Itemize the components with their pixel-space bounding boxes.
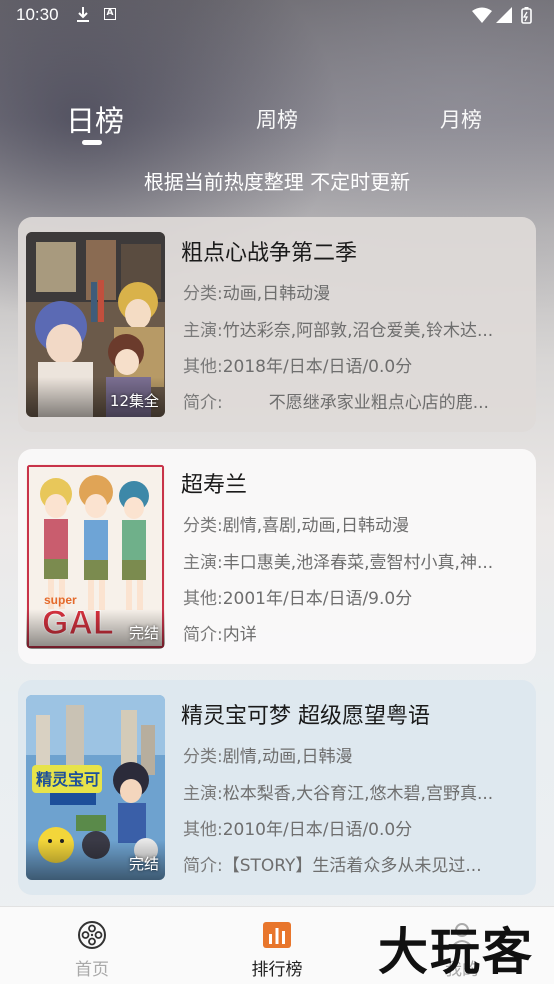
category-row: 分类:剧情,动画,日韩漫	[183, 742, 528, 767]
other-label: 其他:	[183, 820, 223, 840]
other-value: 2001年/日本/日语/9.0分	[222, 589, 413, 609]
other-label: 其他:	[183, 589, 223, 609]
ranking-card[interactable]: 精灵宝可 完结 精灵宝可梦 超级愿望粤语 分类:剧情,动画,日韩漫 主演:松本梨…	[18, 680, 536, 895]
category-value: 剧情,喜剧,动画,日韩动漫	[222, 516, 409, 536]
poster-image: 精灵宝可 完结	[26, 695, 165, 880]
cast-label: 主演:	[183, 321, 223, 341]
category-label: 分类:	[183, 516, 223, 536]
tab-weekly[interactable]: 周榜	[256, 104, 298, 134]
ranking-chart-icon	[263, 922, 291, 948]
status-badge: 完结	[128, 624, 159, 642]
a-badge-icon: A	[104, 8, 116, 20]
intro-value: 不愿继承家业粗点心店的鹿...	[268, 393, 489, 413]
poster-image: GAL super 完结	[26, 464, 165, 649]
category-value: 动画,日韩动漫	[222, 284, 331, 304]
cast-label: 主演:	[183, 784, 223, 804]
cast-row: 主演:丰口惠美,池泽春菜,壹智村小真,神...	[183, 548, 528, 573]
category-label: 分类:	[183, 284, 223, 304]
status-badge: 完结	[128, 855, 159, 873]
cast-row: 主演:竹达彩奈,阿部敦,沼仓爱美,铃木达...	[183, 316, 528, 341]
category-value: 剧情,动画,日韩漫	[222, 747, 353, 767]
cast-row: 主演:松本梨香,大谷育江,悠木碧,宫野真...	[183, 779, 528, 804]
status-time: 10:30	[16, 5, 59, 24]
nav-home-label: 首页	[75, 960, 109, 980]
other-row: 其他:2001年/日本/日语/9.0分	[183, 584, 528, 609]
other-value: 2018年/日本/日语/0.0分	[222, 357, 413, 377]
ranking-subtitle: 根据当前热度整理 不定时更新	[143, 170, 411, 194]
other-row: 其他:2010年/日本/日语/0.0分	[183, 815, 528, 840]
other-label: 其他:	[183, 357, 223, 377]
intro-row: 简介:【STORY】生活着众多从未见过...	[183, 851, 528, 876]
nav-ranking-label: 排行榜	[251, 960, 303, 980]
category-label: 分类:	[183, 747, 223, 767]
film-reel-icon	[78, 921, 106, 949]
cast-value: 松本梨香,大谷育江,悠木碧,宫野真...	[222, 784, 494, 804]
ranking-tabs: 日榜 周榜 月榜	[0, 96, 554, 146]
cast-value: 丰口惠美,池泽春菜,壹智村小真,神...	[222, 553, 494, 573]
intro-row: 简介:内详	[183, 620, 528, 645]
ranking-card[interactable]: 12集全 粗点心战争第二季 分类:动画,日韩动漫 主演:竹达彩奈,阿部敦,沼仓爱…	[18, 217, 536, 432]
active-tab-indicator	[82, 140, 102, 145]
status-bar: 10:30 A	[0, 0, 554, 30]
svg-text:精灵宝可: 精灵宝可	[36, 770, 100, 789]
intro-label: 简介:	[183, 625, 223, 645]
intro-label: 简介:	[183, 393, 223, 413]
other-value: 2010年/日本/日语/0.0分	[222, 820, 413, 840]
ranking-card[interactable]: GAL super 完结 超寿兰 分类:剧情,喜剧,动画,日韩动漫 主演:丰口惠…	[18, 449, 536, 664]
card-title: 精灵宝可梦 超级愿望粤语	[181, 704, 430, 729]
intro-row: 简介: 不愿继承家业粗点心店的鹿...	[183, 388, 528, 413]
cast-label: 主演:	[183, 553, 223, 573]
card-title: 超寿兰	[181, 473, 248, 498]
other-row: 其他:2018年/日本/日语/0.0分	[183, 352, 528, 377]
poster-image: 12集全	[26, 232, 165, 417]
nav-ranking[interactable]: 排行榜	[217, 907, 337, 984]
tab-monthly[interactable]: 月榜	[440, 104, 482, 134]
nav-home[interactable]: 首页	[32, 907, 152, 984]
tab-daily[interactable]: 日榜	[66, 98, 124, 140]
category-row: 分类:剧情,喜剧,动画,日韩动漫	[183, 511, 528, 536]
svg-text:super: super	[44, 593, 77, 607]
intro-value: 内详	[222, 625, 257, 645]
download-icon	[77, 7, 89, 22]
status-indicators-icon	[472, 7, 532, 24]
category-row: 分类:动画,日韩动漫	[183, 279, 528, 304]
episode-badge: 12集全	[109, 392, 159, 410]
card-title: 粗点心战争第二季	[181, 241, 358, 266]
intro-label: 简介:	[183, 856, 223, 876]
intro-value: 【STORY】生活着众多从未见过...	[222, 856, 482, 876]
watermark-text: 大玩客	[378, 922, 534, 981]
cast-value: 竹达彩奈,阿部敦,沼仓爱美,铃木达...	[222, 321, 494, 341]
